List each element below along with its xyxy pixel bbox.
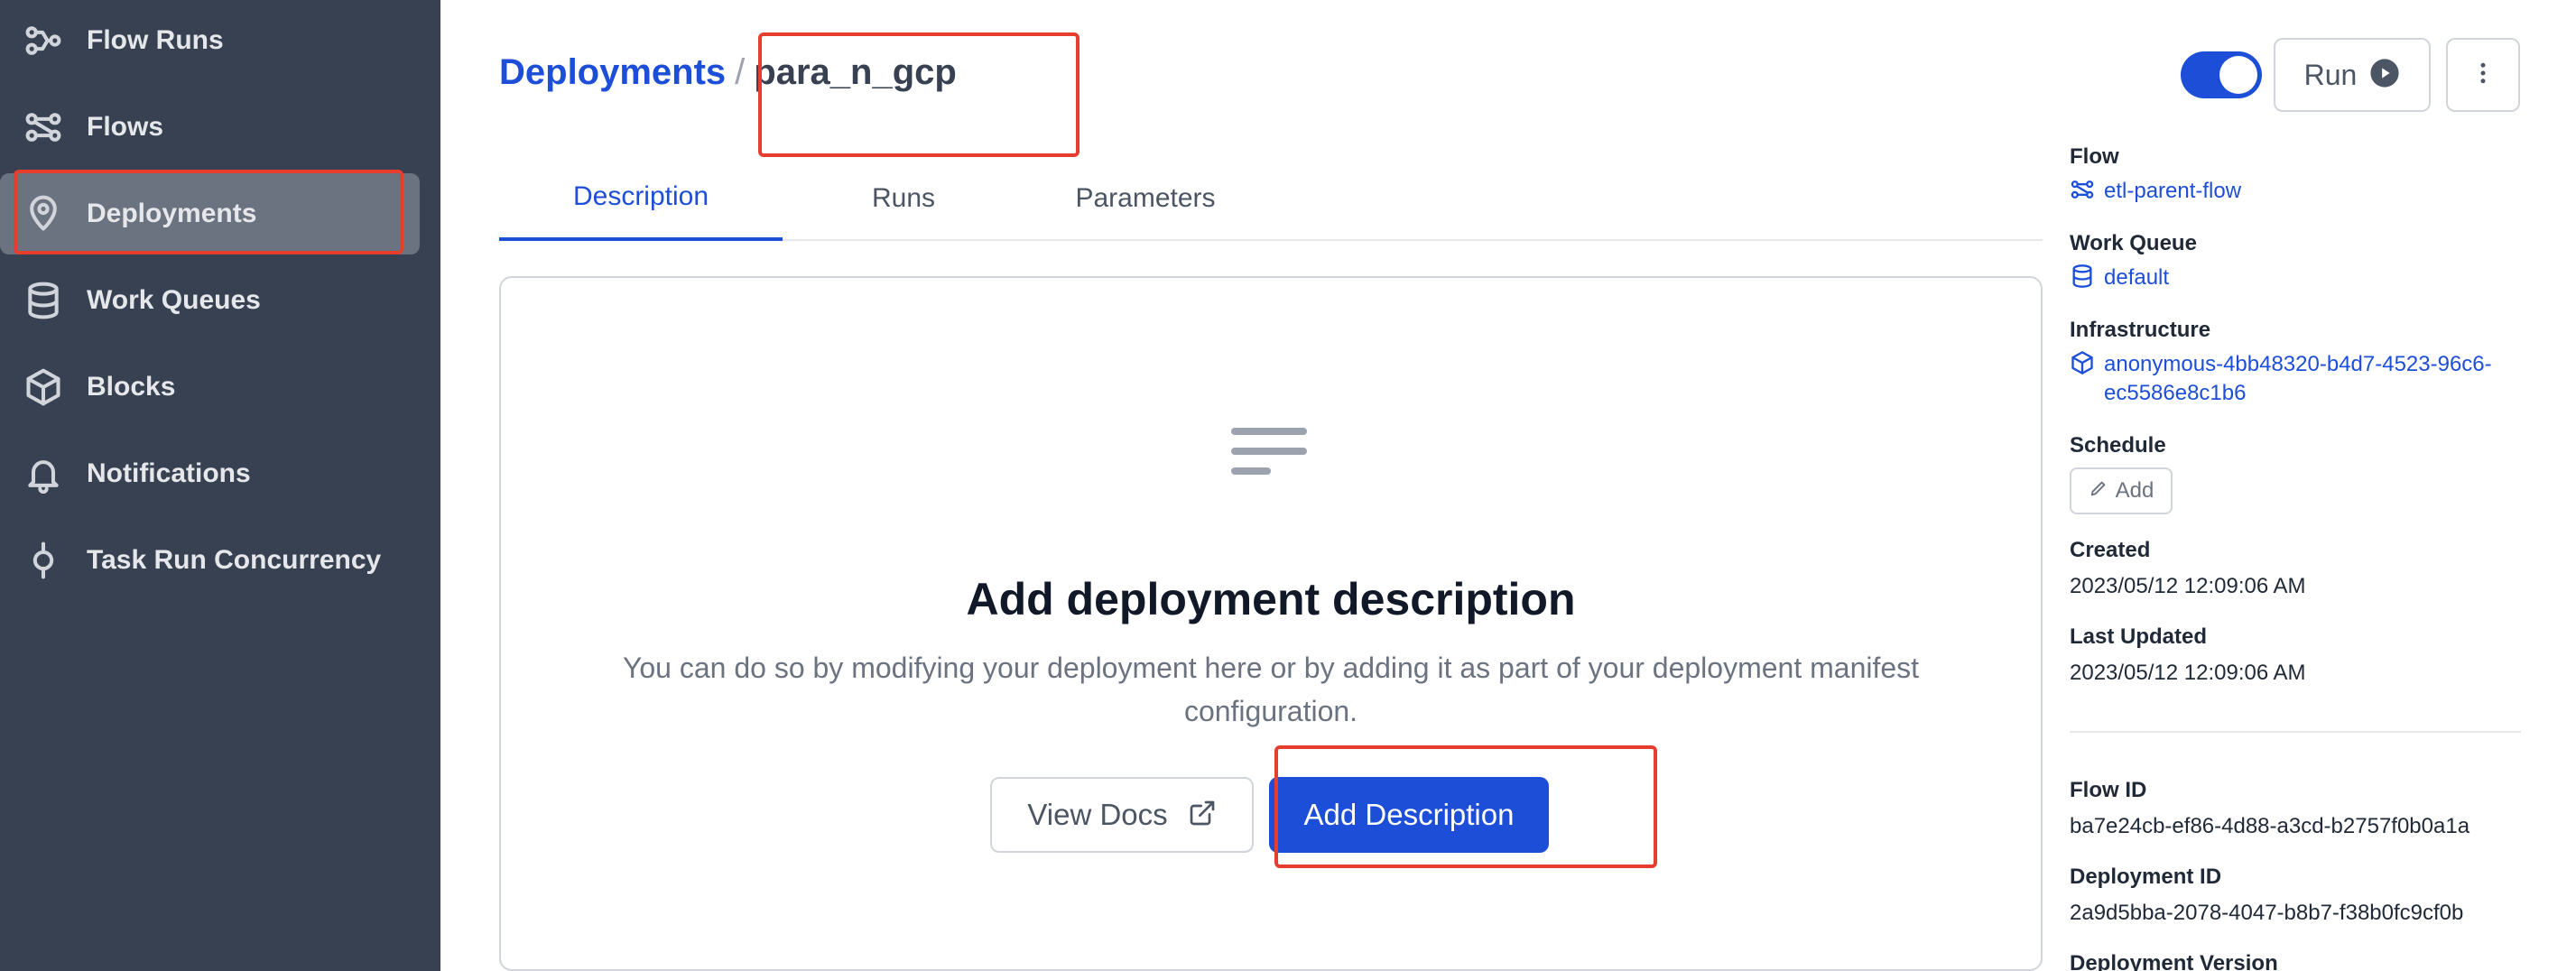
- sidebar-item-task-run-concurrency[interactable]: Task Run Concurrency: [0, 520, 420, 601]
- add-schedule-label: Add: [2115, 478, 2154, 503]
- sidebar-item-label: Flows: [87, 112, 164, 142]
- cube-icon: [2070, 350, 2095, 382]
- cube-icon: [20, 364, 67, 411]
- add-description-button[interactable]: Add Description: [1269, 777, 1549, 853]
- pencil-icon: [2089, 478, 2108, 504]
- sidebar-item-notifications[interactable]: Notifications: [0, 433, 420, 514]
- tab-runs[interactable]: Runs: [783, 155, 1024, 241]
- deployment-version-label: Deployment Version: [2070, 951, 2278, 971]
- sidebar-item-label: Notifications: [87, 458, 251, 488]
- flows-icon: [2070, 177, 2095, 208]
- run-button-label: Run: [2303, 58, 2358, 91]
- sidebar-item-label: Blocks: [87, 372, 176, 402]
- breadcrumb-separator: /: [735, 52, 746, 92]
- created-label: Created: [2070, 538, 2151, 562]
- deployment-id-label: Deployment ID: [2070, 865, 2222, 889]
- schedule-active-toggle[interactable]: [2181, 51, 2262, 98]
- tab-bar: Description Runs Parameters: [499, 155, 2043, 241]
- sidebar-item-work-queues[interactable]: Work Queues: [0, 260, 420, 341]
- bell-icon: [20, 450, 67, 497]
- external-link-icon: [1188, 799, 1217, 832]
- flow-link[interactable]: etl-parent-flow: [2070, 177, 2241, 208]
- deployment-id-value: 2a9d5bba-2078-4047-b8b7-f38b0fc9cf0b: [2070, 901, 2464, 925]
- annotation-box-deployment-name: [758, 32, 1080, 157]
- sidebar-item-label: Deployments: [87, 199, 257, 228]
- concurrency-icon: [20, 537, 67, 584]
- view-docs-label: View Docs: [1027, 798, 1168, 831]
- last-updated-label: Last Updated: [2070, 624, 2208, 649]
- empty-state-text: You can do so by modifying your deployme…: [622, 652, 1920, 727]
- flow-id-label: Flow ID: [2070, 778, 2147, 802]
- toggle-knob: [2219, 56, 2257, 94]
- flows-icon: [20, 104, 67, 151]
- flow-id-value: ba7e24cb-ef86-4d88-a3cd-b2757f0b0a1a: [2070, 814, 2470, 838]
- last-updated-value: 2023/05/12 12:09:06 AM: [2070, 661, 2306, 685]
- add-schedule-button[interactable]: Add: [2070, 467, 2173, 514]
- flow-runs-icon: [20, 17, 67, 64]
- add-description-label: Add Description: [1303, 798, 1515, 831]
- sidebar-item-flow-runs[interactable]: Flow Runs: [0, 0, 420, 81]
- sidebar-item-label: Work Queues: [87, 285, 261, 315]
- sidebar: Flow Runs Flows Deployments Work Queues …: [0, 0, 440, 971]
- breadcrumb: Deployments / para_n_gcp: [499, 52, 957, 93]
- work-queue-link[interactable]: default: [2070, 264, 2169, 295]
- kebab-menu-icon: [2469, 60, 2497, 91]
- flow-link-text: etl-parent-flow: [2104, 179, 2242, 203]
- page-title: para_n_gcp: [754, 52, 957, 92]
- run-button[interactable]: Run: [2274, 38, 2431, 112]
- created-value: 2023/05/12 12:09:06 AM: [2070, 574, 2306, 598]
- schedule-label: Schedule: [2070, 433, 2166, 458]
- work-queue-label: Work Queue: [2070, 231, 2197, 255]
- database-icon: [20, 277, 67, 324]
- divider: [2070, 731, 2521, 733]
- empty-state-title: Add deployment description: [966, 574, 1576, 624]
- view-docs-button[interactable]: View Docs: [990, 777, 1254, 853]
- sidebar-item-deployments[interactable]: Deployments: [0, 173, 420, 254]
- infrastructure-label: Infrastructure: [2070, 318, 2211, 342]
- sidebar-item-blocks[interactable]: Blocks: [0, 347, 420, 428]
- infrastructure-link-text: anonymous-4bb48320-b4d7-4523-96c6-ec5586…: [2104, 352, 2492, 405]
- tab-parameters[interactable]: Parameters: [1024, 155, 1266, 241]
- play-icon: [2369, 58, 2400, 93]
- sidebar-item-label: Flow Runs: [87, 25, 224, 55]
- tab-description[interactable]: Description: [499, 155, 783, 241]
- location-pin-icon: [20, 190, 67, 237]
- work-queue-link-text: default: [2104, 265, 2170, 290]
- more-options-button[interactable]: [2446, 38, 2520, 112]
- database-icon: [2070, 264, 2095, 295]
- flow-label: Flow: [2070, 144, 2119, 169]
- text-lines-icon: [1228, 424, 1309, 487]
- breadcrumb-deployments-link[interactable]: Deployments: [499, 52, 726, 93]
- infrastructure-link[interactable]: anonymous-4bb48320-b4d7-4523-96c6-ec5586…: [2070, 350, 2494, 408]
- sidebar-item-label: Task Run Concurrency: [87, 545, 382, 575]
- sidebar-item-flows[interactable]: Flows: [0, 87, 420, 168]
